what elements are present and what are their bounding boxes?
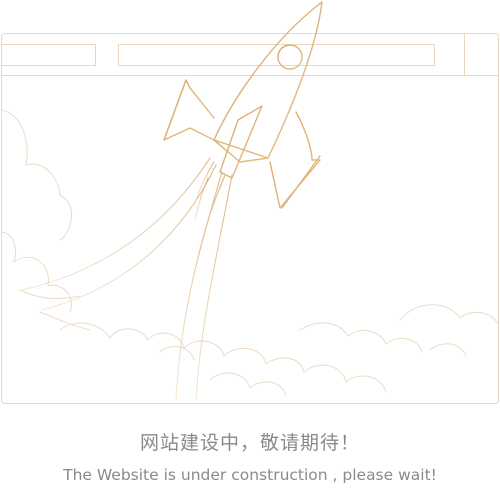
under-construction-illustration <box>1 1 499 404</box>
cloud-icon <box>59 304 499 397</box>
rocket-icon <box>163 1 323 209</box>
browser-tab-placeholder <box>1 44 96 66</box>
browser-address-bar-placeholder <box>118 44 435 66</box>
construction-message-en: The Website is under construction , plea… <box>63 466 437 484</box>
browser-window <box>1 33 499 404</box>
cloud-icon <box>1 109 91 331</box>
construction-message-cn: 网站建设中，敬请期待！ <box>139 432 360 454</box>
rocket-trail <box>21 157 233 401</box>
